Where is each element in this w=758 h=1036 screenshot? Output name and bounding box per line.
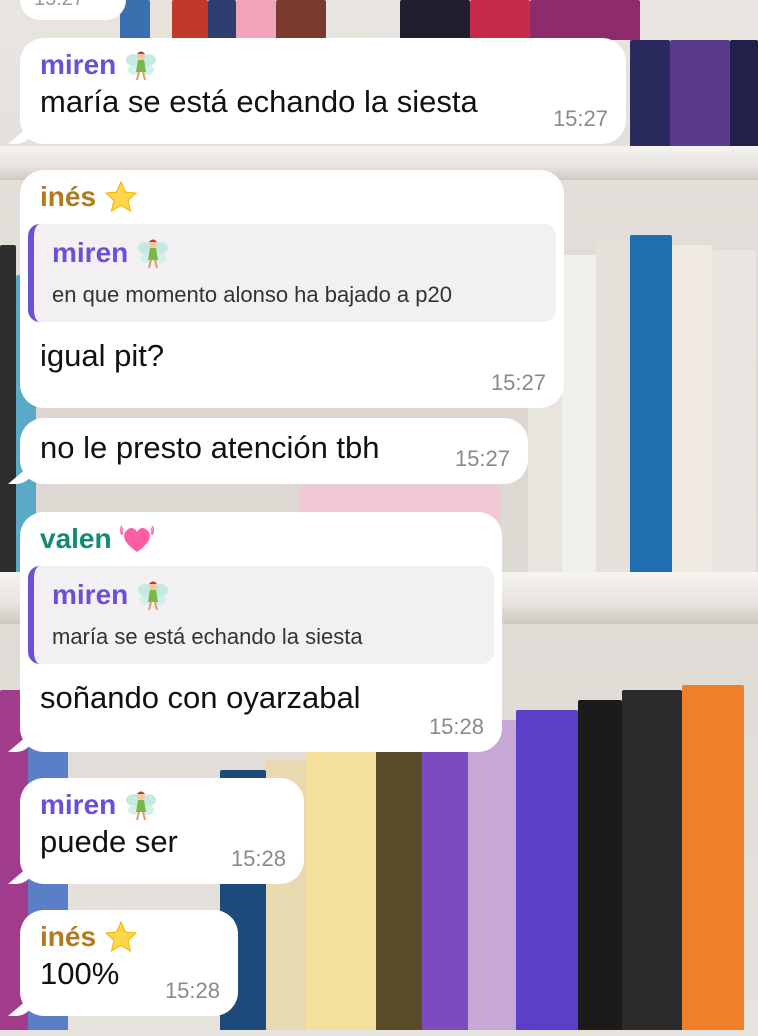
fairy-emoji-icon [124,48,158,82]
message-time: 15:28 [230,846,286,871]
message-time: 15:28 [164,978,220,1003]
quoted-text: maría se está echando la siesta [52,624,363,649]
previous-message-stub: 15:27 [20,0,126,20]
message-time: 15:28 [428,714,484,739]
sender-name: inés [40,921,97,952]
message-time: 15:27 [490,370,546,395]
message-sender[interactable]: valen [40,522,482,556]
message-sender[interactable]: miren [40,48,606,82]
chat-message[interactable]: miren maría se está echando la siesta 15… [20,38,626,144]
sender-name: miren [40,49,117,80]
heart-emoji-icon [120,522,154,556]
quoted-sender-name: miren [52,579,129,610]
fairy-emoji-icon [124,788,158,822]
chat-message[interactable]: valen miren maría se está echando la sie… [20,512,502,752]
reply-quote[interactable]: miren maría se está echando la siesta [28,566,494,664]
chat-message[interactable]: no le presto atención tbh 15:27 [20,418,528,484]
quoted-sender-name: miren [52,237,129,268]
message-sender[interactable]: miren [40,788,284,822]
quoted-text: en que momento alonso ha bajado a p20 [52,282,452,307]
sender-name: valen [40,523,112,554]
fairy-emoji-icon [136,578,170,612]
reply-quote[interactable]: miren en que momento alonso ha bajado a … [28,224,556,322]
chat-message[interactable]: inés 100% 15:28 [20,910,238,1016]
sender-name: miren [40,789,117,820]
message-text: maría se está echando la siesta [40,84,478,119]
fairy-emoji-icon [136,236,170,270]
star-emoji-icon [104,180,138,214]
message-time: 15:27 [454,446,510,471]
message-time: 15:27 [34,0,84,11]
message-text: igual pit? [40,338,165,373]
chat-message[interactable]: miren puede ser 15:28 [20,778,304,884]
quoted-sender: miren [52,578,476,612]
chat-message[interactable]: inés miren en que momento alonso ha baja… [20,170,564,408]
message-sender[interactable]: inés [40,180,544,214]
quoted-sender: miren [52,236,538,270]
message-text: soñando con oyarzabal [40,680,361,715]
message-time: 15:27 [552,106,608,131]
chat-thread[interactable]: 15:27 miren maría se está echando la sie… [0,0,758,1036]
message-text: no le presto atención tbh [40,430,380,465]
sender-name: inés [40,181,97,212]
star-emoji-icon [104,920,138,954]
message-sender[interactable]: inés [40,920,218,954]
